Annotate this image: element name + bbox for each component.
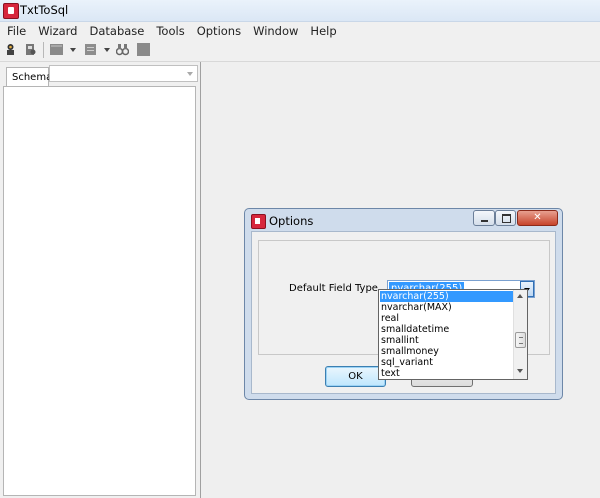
maximize-button[interactable] bbox=[495, 210, 516, 226]
dropdown-option-real[interactable]: real bbox=[380, 313, 514, 324]
scroll-down-icon[interactable] bbox=[517, 369, 523, 373]
dropdown-option-nvarchar-max[interactable]: nvarchar(MAX) bbox=[380, 302, 514, 313]
stop-icon[interactable] bbox=[137, 43, 150, 56]
schema-panel: Schema bbox=[0, 62, 201, 498]
export-dropdown-arrow-icon[interactable] bbox=[104, 48, 110, 52]
app-icon bbox=[3, 3, 19, 19]
dropdown-option-text[interactable]: text bbox=[380, 368, 514, 379]
close-button[interactable]: ✕ bbox=[517, 210, 558, 226]
menu-database[interactable]: Database bbox=[82, 24, 149, 38]
ok-button[interactable]: OK bbox=[325, 366, 386, 387]
default-field-type-label: Default Field Type bbox=[289, 283, 378, 294]
schema-combo[interactable] bbox=[49, 65, 198, 82]
schema-tab[interactable]: Schema bbox=[6, 67, 53, 86]
menu-options[interactable]: Options bbox=[190, 24, 246, 38]
table-icon[interactable] bbox=[50, 43, 63, 56]
export-icon[interactable] bbox=[84, 43, 97, 56]
dialog-app-icon bbox=[251, 214, 266, 229]
connect-icon[interactable] bbox=[4, 43, 17, 56]
dropdown-option-smalldatetime[interactable]: smalldatetime bbox=[380, 324, 514, 335]
dropdown-option-smallmoney[interactable]: smallmoney bbox=[380, 346, 514, 357]
app-title: TxtToSql bbox=[20, 3, 69, 17]
app-title-bar: TxtToSql bbox=[0, 0, 600, 22]
minimize-button[interactable] bbox=[473, 210, 495, 226]
chevron-down-icon bbox=[187, 72, 193, 76]
binoculars-icon[interactable] bbox=[116, 43, 129, 56]
field-type-dropdown-list: nvarchar(255) nvarchar(MAX) real smallda… bbox=[378, 289, 528, 380]
menu-window[interactable]: Window bbox=[246, 24, 303, 38]
minimize-icon bbox=[481, 220, 488, 222]
menu-bar: File Wizard Database Tools Options Windo… bbox=[0, 22, 600, 39]
menu-tools[interactable]: Tools bbox=[149, 24, 189, 38]
table-dropdown-arrow-icon[interactable] bbox=[70, 48, 76, 52]
menu-file[interactable]: File bbox=[0, 24, 31, 38]
dropdown-scrollbar[interactable] bbox=[513, 290, 527, 379]
menu-help[interactable]: Help bbox=[303, 24, 341, 38]
dropdown-option-nvarchar-255[interactable]: nvarchar(255) bbox=[380, 291, 514, 302]
maximize-icon bbox=[502, 214, 511, 223]
close-icon: ✕ bbox=[533, 212, 542, 223]
scroll-up-icon[interactable] bbox=[517, 294, 523, 298]
schema-tab-label: Schema bbox=[12, 72, 53, 83]
dropdown-option-smallint[interactable]: smallint bbox=[380, 335, 514, 346]
toolbar-separator bbox=[43, 42, 44, 58]
schema-tree[interactable] bbox=[3, 86, 196, 496]
scrollbar-thumb[interactable] bbox=[515, 332, 526, 348]
toolbar bbox=[0, 39, 600, 62]
menu-wizard[interactable]: Wizard bbox=[31, 24, 82, 38]
dialog-title: Options bbox=[269, 214, 314, 228]
disconnect-icon[interactable] bbox=[24, 43, 37, 56]
dropdown-option-sql-variant[interactable]: sql_variant bbox=[380, 357, 514, 368]
